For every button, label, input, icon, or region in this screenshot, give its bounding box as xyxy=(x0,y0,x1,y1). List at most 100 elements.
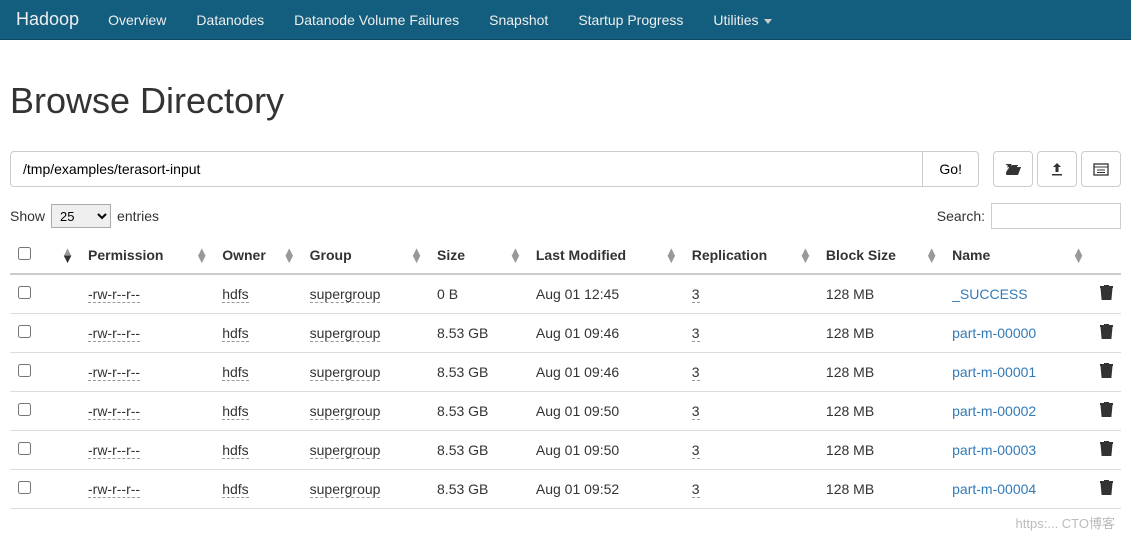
cell-size: 0 B xyxy=(437,286,458,302)
trash-icon[interactable] xyxy=(1100,404,1113,420)
table-row: -rw-r--r--hdfssupergroup8.53 GBAug 01 09… xyxy=(10,431,1121,470)
col-last-modified-label: Last Modified xyxy=(536,247,626,263)
brand-logo[interactable]: Hadoop xyxy=(8,9,93,30)
trash-icon[interactable] xyxy=(1100,443,1113,459)
cell-last-modified: Aug 01 09:46 xyxy=(536,364,619,380)
cell-permission: -rw-r--r-- xyxy=(88,481,140,498)
cell-size: 8.53 GB xyxy=(437,481,488,497)
cell-block-size: 128 MB xyxy=(826,442,874,458)
table-row: -rw-r--r--hdfssupergroup8.53 GBAug 01 09… xyxy=(10,353,1121,392)
page-header: Browse Directory xyxy=(10,80,1121,131)
table-row: -rw-r--r-- hdfs supergroup 8.53 GB Aug 01 09… xyxy=(10,314,1121,353)
col-block-size-label: Block Size xyxy=(826,247,896,263)
cell-size: 8.53 GB xyxy=(437,325,488,341)
table-row: -rw-r--r-- hdfs supergroup 0 B Aug 01 12:45 3… xyxy=(10,274,1121,314)
trash-icon[interactable] xyxy=(1100,482,1113,498)
watermark: https:... CTO博客 xyxy=(1016,513,1115,532)
path-input[interactable] xyxy=(10,151,922,187)
cell-permission: -rw-r--r-- xyxy=(88,442,140,459)
col-permission-label: Permission xyxy=(88,247,163,263)
cell-size: 8.53 GB xyxy=(437,403,488,419)
cell-owner: hdfs xyxy=(222,364,248,381)
cell-permission: -rw-r--r-- xyxy=(88,286,140,303)
row-checkbox[interactable] xyxy=(18,325,31,338)
search-input[interactable] xyxy=(991,203,1121,229)
cell-owner: hdfs xyxy=(222,403,248,420)
cell-replication: 3 xyxy=(692,286,700,303)
nav-item-overview[interactable]: Overview xyxy=(93,2,181,38)
new-folder-icon xyxy=(1093,162,1109,176)
cell-name-link[interactable]: _SUCCESS xyxy=(952,286,1027,302)
cell-group: supergroup xyxy=(310,286,381,303)
trash-icon[interactable] xyxy=(1100,287,1113,303)
cell-size: 8.53 GB xyxy=(437,442,488,458)
col-owner-label: Owner xyxy=(222,247,266,263)
new-folder-button[interactable] xyxy=(1081,151,1121,187)
table-row: -rw-r--r--hdfssupergroup8.53 GBAug 01 09… xyxy=(10,470,1121,509)
col-sort-blank[interactable]: ▲▼ xyxy=(40,237,80,274)
show-entries: Show 102550100 entries xyxy=(10,204,159,228)
row-checkbox[interactable] xyxy=(18,481,31,494)
cell-permission: -rw-r--r-- xyxy=(88,325,140,342)
col-size-label: Size xyxy=(437,247,465,263)
cell-name-link[interactable]: part-m-00000 xyxy=(952,325,1036,341)
nav-item-utilities[interactable]: Utilities xyxy=(698,2,786,38)
cell-group: supergroup xyxy=(310,325,381,342)
go-button[interactable]: Go! xyxy=(922,151,979,187)
navbar: Hadoop OverviewDatanodesDatanode Volume … xyxy=(0,0,1131,40)
col-checkbox-header[interactable] xyxy=(10,237,40,274)
cell-owner: hdfs xyxy=(222,325,248,342)
trash-icon[interactable] xyxy=(1100,326,1113,342)
cell-name-link[interactable]: part-m-00003 xyxy=(952,442,1036,458)
nav-item-snapshot[interactable]: Snapshot xyxy=(474,2,563,38)
col-permission[interactable]: Permission▲▼ xyxy=(80,237,214,274)
nav-item-datanode-volume-failures[interactable]: Datanode Volume Failures xyxy=(279,2,474,38)
chevron-down-icon xyxy=(764,12,772,28)
col-group[interactable]: Group▲▼ xyxy=(302,237,429,274)
file-table: ▲▼ Permission▲▼ Owner▲▼ Group▲▼ Size▲▼ L… xyxy=(10,237,1121,509)
cell-last-modified: Aug 01 09:50 xyxy=(536,442,619,458)
cell-block-size: 128 MB xyxy=(826,325,874,341)
select-all-checkbox[interactable] xyxy=(18,247,31,260)
cell-permission: -rw-r--r-- xyxy=(88,403,140,420)
cell-block-size: 128 MB xyxy=(826,286,874,302)
cell-owner: hdfs xyxy=(222,286,248,303)
col-block-size[interactable]: Block Size▲▼ xyxy=(818,237,944,274)
table-row: -rw-r--r--hdfssupergroup8.53 GBAug 01 09… xyxy=(10,392,1121,431)
trash-icon[interactable] xyxy=(1100,365,1113,381)
entries-select[interactable]: 102550100 xyxy=(51,204,111,228)
search-label: Search: xyxy=(937,208,985,224)
row-checkbox[interactable] xyxy=(18,403,31,416)
col-replication-label: Replication xyxy=(692,247,767,263)
cell-size: 8.53 GB xyxy=(437,364,488,380)
cell-group: supergroup xyxy=(310,364,381,381)
row-checkbox[interactable] xyxy=(18,442,31,455)
upload-button[interactable] xyxy=(1037,151,1077,187)
open-folder-button[interactable] xyxy=(993,151,1033,187)
path-input-group: Go! xyxy=(10,151,979,187)
search-box: Search: xyxy=(937,203,1121,229)
cell-last-modified: Aug 01 09:46 xyxy=(536,325,619,341)
row-checkbox[interactable] xyxy=(18,364,31,377)
col-replication[interactable]: Replication▲▼ xyxy=(684,237,818,274)
toolbar-buttons xyxy=(993,151,1121,187)
cell-name-link[interactable]: part-m-00004 xyxy=(952,481,1036,497)
nav-item-startup-progress[interactable]: Startup Progress xyxy=(563,2,698,38)
cell-replication: 3 xyxy=(692,442,700,459)
path-row: Go! xyxy=(10,151,1121,187)
cell-last-modified: Aug 01 12:45 xyxy=(536,286,619,302)
cell-name-link[interactable]: part-m-00002 xyxy=(952,403,1036,419)
cell-block-size: 128 MB xyxy=(826,403,874,419)
col-last-modified[interactable]: Last Modified▲▼ xyxy=(528,237,684,274)
page-title: Browse Directory xyxy=(10,80,1121,122)
show-label: Show xyxy=(10,208,45,224)
col-name-label: Name xyxy=(952,247,990,263)
row-checkbox[interactable] xyxy=(18,286,31,299)
cell-name-link[interactable]: part-m-00001 xyxy=(952,364,1036,380)
col-size[interactable]: Size▲▼ xyxy=(429,237,528,274)
col-owner[interactable]: Owner▲▼ xyxy=(214,237,301,274)
col-name[interactable]: Name▲▼ xyxy=(944,237,1091,274)
cell-replication: 3 xyxy=(692,481,700,498)
cell-group: supergroup xyxy=(310,481,381,498)
nav-item-datanodes[interactable]: Datanodes xyxy=(181,2,279,38)
